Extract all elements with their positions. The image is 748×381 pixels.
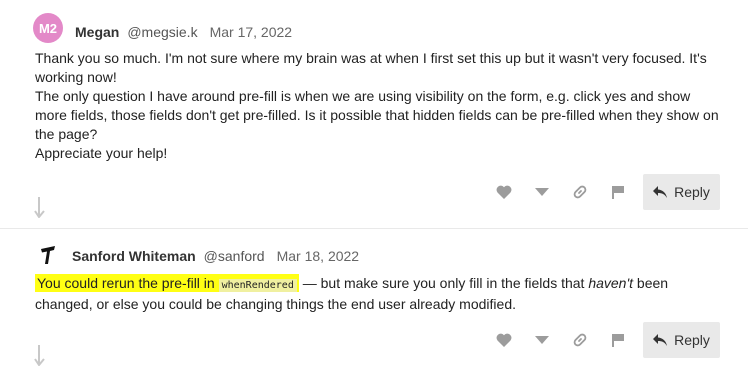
author-name[interactable]: Megan	[75, 24, 119, 40]
post-paragraph: The only question I have around pre-fill…	[35, 88, 719, 142]
like-icon[interactable]	[485, 325, 523, 355]
downvote-icon[interactable]	[523, 177, 561, 207]
post-paragraph: You could rerun the pre-fill in whenRend…	[35, 274, 669, 312]
avatar[interactable]	[33, 240, 63, 270]
tee-logo-icon	[41, 246, 55, 264]
post-paragraph: Thank you so much. I'm not sure where my…	[35, 50, 707, 85]
down-arrow-icon	[34, 344, 46, 371]
highlighted-text: You could rerun the pre-fill in whenRend…	[35, 274, 299, 292]
post-body: You could rerun the pre-fill in whenRend…	[35, 274, 725, 314]
reply-arrow-icon	[653, 334, 668, 346]
post-meta: Megan @megsie.k Mar 17, 2022	[75, 24, 292, 40]
downvote-icon[interactable]	[523, 325, 561, 355]
flag-icon[interactable]	[599, 325, 637, 355]
like-icon[interactable]	[485, 177, 523, 207]
post-divider	[0, 228, 748, 229]
post-actions: Reply	[485, 174, 720, 210]
avatar[interactable]: M2	[33, 13, 63, 43]
flag-icon[interactable]	[599, 177, 637, 207]
post-date[interactable]: Mar 17, 2022	[210, 24, 293, 40]
reply-arrow-icon	[653, 186, 668, 198]
author-handle[interactable]: @sanford	[204, 248, 265, 264]
reply-label: Reply	[674, 332, 710, 348]
reply-button[interactable]: Reply	[643, 174, 720, 210]
post-date[interactable]: Mar 18, 2022	[277, 248, 360, 264]
inline-code: whenRendered	[218, 279, 297, 292]
author-handle[interactable]: @megsie.k	[127, 24, 197, 40]
down-arrow-icon	[34, 196, 46, 223]
link-icon[interactable]	[561, 325, 599, 355]
emphasis-text: haven't	[588, 275, 634, 291]
reply-button[interactable]: Reply	[643, 322, 720, 358]
reply-label: Reply	[674, 184, 710, 200]
post-body: Thank you so much. I'm not sure where my…	[35, 49, 725, 163]
post-actions: Reply	[485, 322, 720, 358]
link-icon[interactable]	[561, 177, 599, 207]
author-name[interactable]: Sanford Whiteman	[72, 248, 196, 264]
post-paragraph: Appreciate your help!	[35, 145, 168, 161]
post-meta: Sanford Whiteman @sanford Mar 18, 2022	[72, 248, 359, 264]
